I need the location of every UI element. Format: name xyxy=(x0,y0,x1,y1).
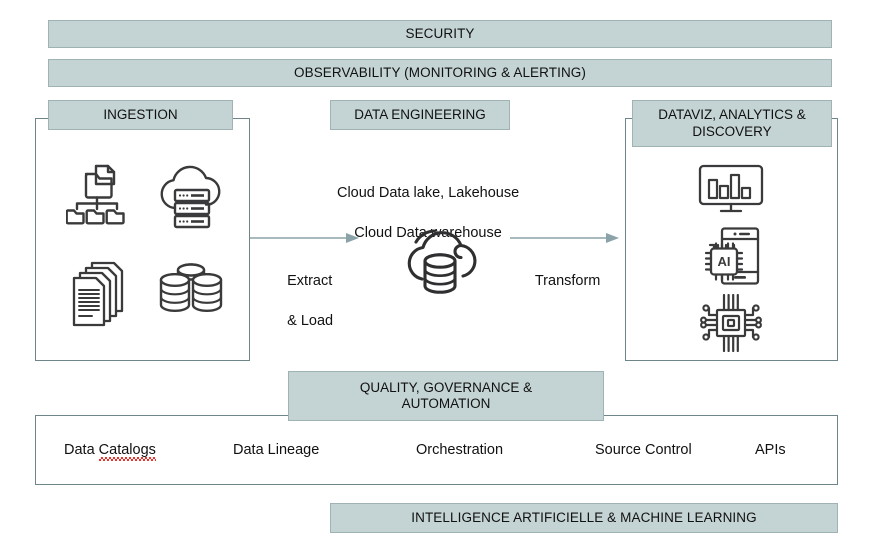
chip-dataviz-label-line1: DATAVIZ, ANALYTICS & xyxy=(658,107,806,123)
banner-observability-label: OBSERVABILITY (MONITORING & ALERTING) xyxy=(293,64,587,80)
transform-label: Transform xyxy=(519,251,601,311)
governance-item-label: Orchestration xyxy=(416,442,504,458)
banner-ai-ml[interactable]: INTELLIGENCE ARTIFICIELLE & MACHINE LEAR… xyxy=(330,503,838,533)
extract-load-label-line1: Extract xyxy=(287,273,333,289)
monitor-bar-chart-icon xyxy=(698,164,764,213)
governance-item-label: Source Control xyxy=(595,442,692,458)
chip-governance-header[interactable]: QUALITY, GOVERNANCE & AUTOMATION xyxy=(288,371,604,421)
phone-ai-chip-icon: AI xyxy=(704,227,760,285)
banner-ai-ml-label: INTELLIGENCE ARTIFICIELLE & MACHINE LEAR… xyxy=(411,509,757,525)
microchip-circuit-icon xyxy=(700,294,762,352)
governance-item-prefix: Data xyxy=(64,442,99,458)
cloud-servers-icon xyxy=(160,165,221,229)
governance-item-label: APIs xyxy=(755,442,786,458)
governance-item-orchestration[interactable]: Orchestration xyxy=(416,442,503,458)
chip-governance-label-line1: QUALITY, GOVERNANCE & xyxy=(359,379,533,395)
stacked-documents-icon xyxy=(72,261,124,327)
governance-item-apis[interactable]: APIs xyxy=(755,442,786,458)
governance-item-data-lineage[interactable]: Data Lineage xyxy=(233,442,319,458)
transform-label-line1: Transform xyxy=(534,273,601,289)
governance-item-source-control[interactable]: Source Control xyxy=(595,442,692,458)
governance-item-misspelled-word: Catalogs xyxy=(98,442,157,461)
chip-data-engineering-label: DATA ENGINEERING xyxy=(354,106,486,122)
chip-dataviz-header[interactable]: DATAVIZ, ANALYTICS & DISCOVERY xyxy=(632,100,832,147)
chip-governance-label-line2: AUTOMATION xyxy=(401,396,491,411)
transform-arrow xyxy=(510,233,619,243)
chip-ingestion-label: INGESTION xyxy=(103,106,178,122)
banner-observability[interactable]: OBSERVABILITY (MONITORING & ALERTING) xyxy=(48,59,832,87)
chip-data-engineering-header[interactable]: DATA ENGINEERING xyxy=(330,100,510,130)
extract-load-label: Extract & Load xyxy=(271,251,333,351)
phone-ai-chip-label: AI xyxy=(718,254,731,269)
governance-item-label: Data Lineage xyxy=(233,442,320,458)
governance-item-data-catalogs[interactable]: Data Catalogs xyxy=(64,442,157,461)
chip-dataviz-label-line2: DISCOVERY xyxy=(692,123,772,139)
database-stack-icon xyxy=(159,263,223,312)
folder-hierarchy-icon xyxy=(66,164,125,225)
data-engineering-desc-line1: Cloud Data lake, Lakehouse xyxy=(336,185,520,201)
banner-security-label: SECURITY xyxy=(405,25,475,41)
chip-ingestion-header[interactable]: INGESTION xyxy=(48,100,233,130)
extract-load-label-line2: & Load xyxy=(287,313,334,329)
cloud-database-icon xyxy=(407,229,477,294)
banner-security[interactable]: SECURITY xyxy=(48,20,832,48)
diagram-canvas: SECURITY OBSERVABILITY (MONITORING & ALE… xyxy=(0,0,891,548)
